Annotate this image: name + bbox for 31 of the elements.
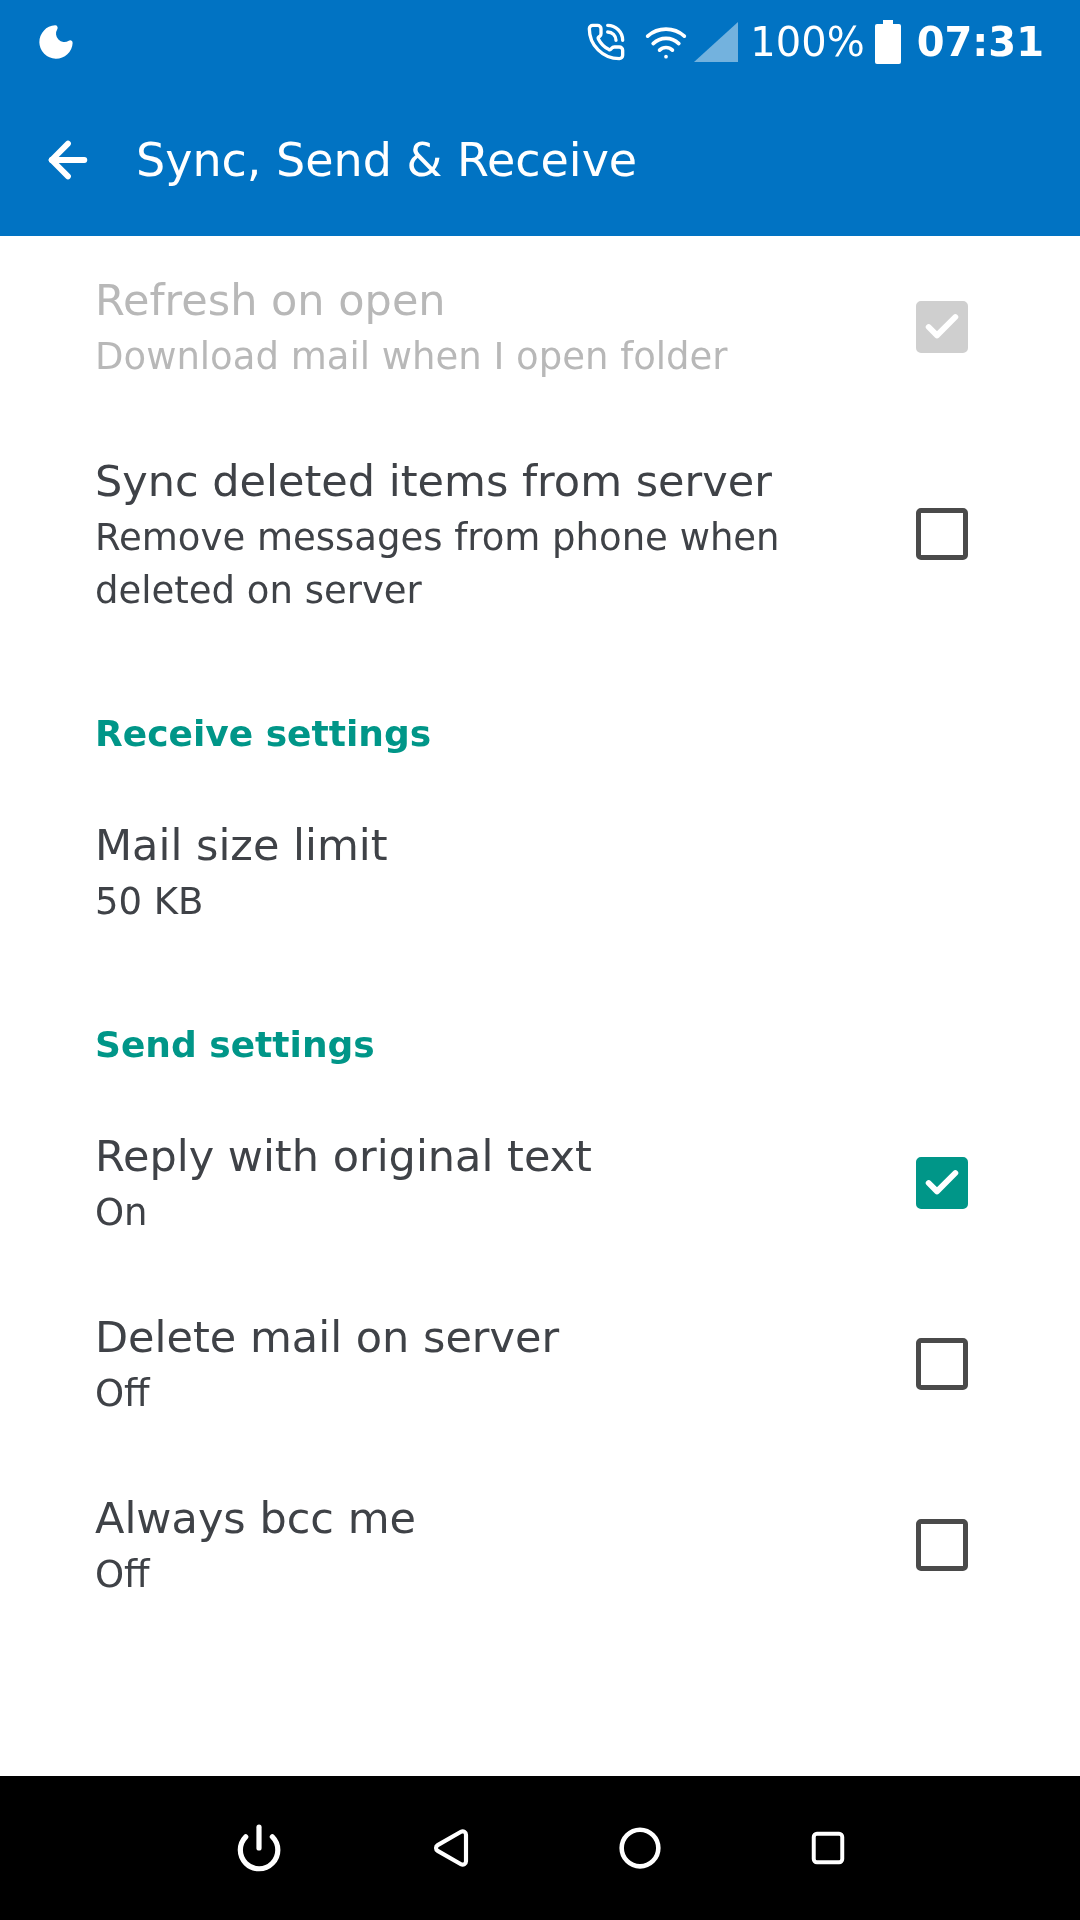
setting-summary: Off [95, 1552, 152, 1598]
section-header: Send settings [95, 1024, 375, 1065]
battery-percent: 100% [750, 18, 865, 67]
setting-title: Delete mail on server [95, 1311, 561, 1364]
setting-row[interactable]: Always bcc me Off [0, 1454, 1080, 1635]
setting-title: Reply with original text [95, 1130, 593, 1183]
setting-title: Sync deleted items from server [95, 455, 773, 508]
setting-summary: On [95, 1190, 149, 1236]
setting-row[interactable]: Sync deleted items from server Remove messages from phone when deleted on server [0, 417, 1080, 651]
signal-icon [694, 22, 739, 62]
setting-summary: Remove messages from phone when deleted on server [95, 515, 781, 614]
checkbox[interactable] [916, 1518, 968, 1571]
moon-icon [36, 22, 76, 62]
checkbox[interactable] [916, 508, 968, 560]
home-button[interactable] [617, 1826, 662, 1870]
checkbox[interactable] [916, 1156, 968, 1209]
clock: 07:31 [916, 18, 1044, 67]
setting-summary: Off [95, 1371, 152, 1417]
section-header: Receive settings [95, 713, 432, 754]
battery-icon [874, 20, 901, 64]
setting-title: Mail size limit [95, 819, 389, 872]
setting-summary: Download mail when I open folder [95, 334, 729, 380]
checkbox[interactable] [916, 1337, 968, 1390]
toolbar-title: Sync, Send & Receive [136, 131, 638, 189]
setting-row[interactable]: Reply with original text On [0, 1092, 1080, 1273]
setting-title: Always bcc me [95, 1492, 417, 1545]
setting-row[interactable]: Mail size limit 50 KB [0, 781, 1080, 962]
setting-summary: 50 KB [95, 879, 205, 925]
setting-row[interactable]: Delete mail on server Off [0, 1273, 1080, 1454]
setting-title: Refresh on open [95, 274, 447, 327]
wifi-call-icon [586, 22, 627, 62]
